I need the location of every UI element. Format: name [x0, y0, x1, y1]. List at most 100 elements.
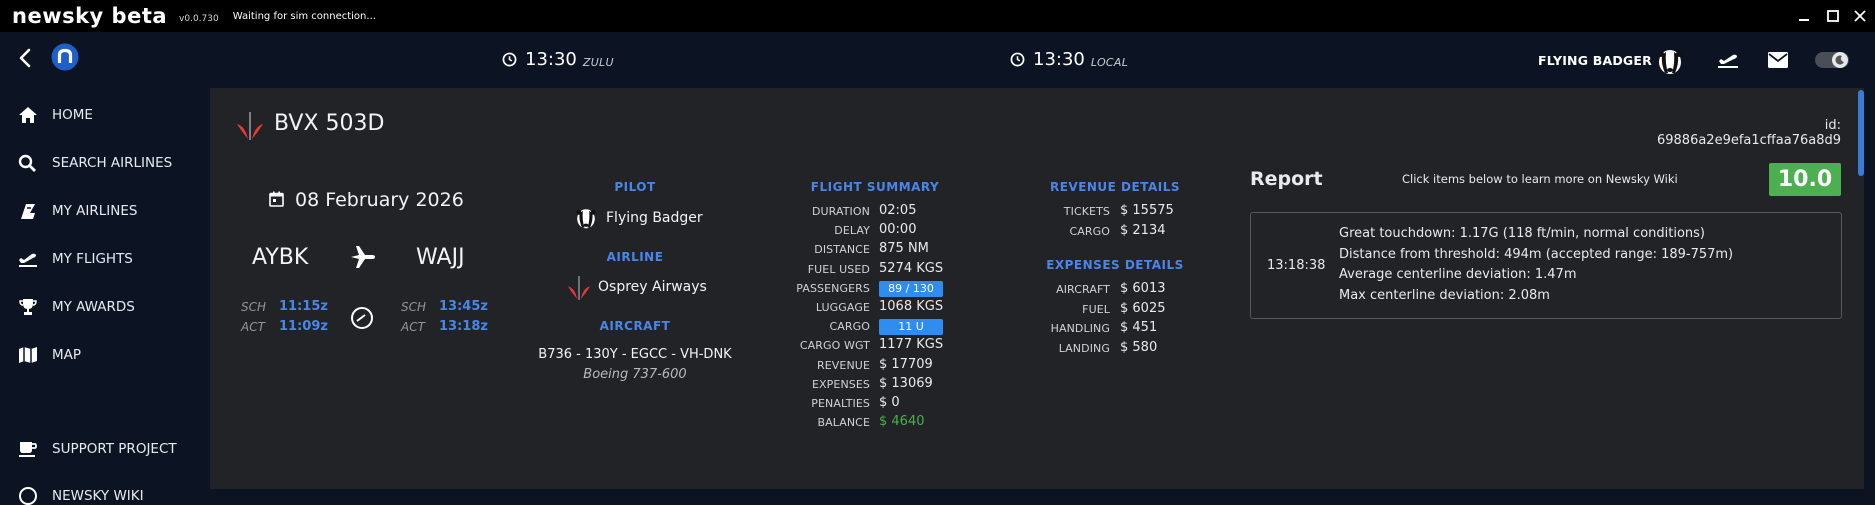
report-line[interactable]: Max centerline deviation: 2.08m	[1339, 286, 1733, 307]
revenue-details-heading: REVENUE DETAILS	[1049, 180, 1181, 194]
aircraft-registration: B736 - 130Y - EGCC - VH-DNK	[538, 347, 732, 362]
arrival-airport: WAJJ	[416, 245, 465, 270]
summary-row-value: $ 17709	[879, 356, 933, 372]
pilot-heading: PILOT	[614, 180, 656, 194]
report-line[interactable]: Average centerline deviation: 1.47m	[1339, 265, 1733, 286]
theme-toggle[interactable]	[1815, 52, 1849, 68]
summary-row-label: LUGGAGE	[815, 301, 870, 314]
summary-row-label: EXPENSES	[811, 377, 870, 391]
connection-status: Waiting for sim connection...	[232, 10, 376, 22]
wiki-icon	[19, 487, 37, 505]
summary-row-label: DELAY	[834, 224, 870, 238]
report-entry[interactable]: 13:18:38 Great touchdown: 1.17G (118 ft/…	[1250, 212, 1842, 319]
avatar[interactable]	[1655, 46, 1685, 80]
summary-row-value: 00:00	[879, 222, 917, 238]
summary-row-label: DISTANCE	[814, 243, 870, 257]
dep-act-label: ACT	[241, 320, 265, 334]
sidebar-item-my-awards[interactable]: MY AWARDS	[18, 298, 135, 316]
calendar-icon	[269, 191, 284, 211]
cargo-badge: 11 U	[879, 319, 943, 336]
expense-row-value: $ 580	[1120, 339, 1158, 355]
clock-icon	[1010, 52, 1025, 67]
arr-sch-label: SCH	[401, 300, 427, 314]
timer-icon	[350, 306, 374, 334]
flight-summary-heading: FLIGHT SUMMARY	[810, 180, 940, 194]
summary-row-label: PASSENGERS	[796, 281, 870, 295]
sidebar-item-my-airlines[interactable]: MY AIRLINES	[18, 202, 137, 220]
sidebar-item-label: MY AIRLINES	[52, 203, 138, 219]
user-name[interactable]: FLYING BADGER	[1538, 53, 1652, 68]
pilot-name[interactable]: Flying Badger	[606, 210, 703, 226]
local-label: LOCAL	[1090, 55, 1129, 69]
summary-row-label: REVENUE	[817, 358, 870, 372]
vertical-scrollbar[interactable]	[1858, 90, 1864, 176]
sidebar-item-label: SEARCH AIRLINES	[52, 155, 173, 171]
summary-row-value: 1068 KGS	[879, 299, 944, 314]
pilot-avatar[interactable]	[573, 206, 599, 234]
passengers-badge: 89 / 130	[879, 280, 943, 297]
summary-row-value: $ 13069	[879, 375, 933, 391]
flight-callsign: BVX 503D	[274, 111, 385, 136]
report-entry-lines: Great touchdown: 1.17G (118 ft/min, norm…	[1339, 224, 1733, 306]
report-line[interactable]: Great touchdown: 1.17G (118 ft/min, norm…	[1339, 224, 1733, 245]
summary-row-value: 875 NM	[879, 241, 929, 257]
airline-logo-icon	[235, 112, 265, 144]
sidebar-item-label: MAP	[52, 347, 82, 363]
arr-act-time: 13:18z	[439, 319, 488, 334]
airline-heading: AIRLINE	[606, 250, 664, 264]
revenue-row-label: TICKETS	[1063, 205, 1110, 218]
home-icon	[19, 107, 37, 123]
report-title: Report	[1250, 168, 1323, 190]
minimize-icon[interactable]	[1790, 0, 1818, 32]
close-icon[interactable]	[1846, 0, 1874, 32]
departure-airport: AYBK	[252, 245, 309, 270]
local-time: 13:30	[1033, 49, 1085, 70]
coffee-icon	[19, 442, 37, 457]
mail-icon[interactable]	[1768, 52, 1788, 72]
airline-name[interactable]: Osprey Airways	[598, 279, 707, 295]
flight-takeoff-icon[interactable]	[1717, 50, 1739, 74]
balance-value: $ 4640	[879, 414, 925, 430]
back-arrow-icon[interactable]	[17, 48, 33, 72]
sidebar-item-label: HOME	[52, 107, 93, 123]
sidebar-item-home[interactable]: HOME	[18, 106, 93, 124]
sidebar-item-label: MY FLIGHTS	[52, 251, 133, 267]
newsky-logo-icon[interactable]	[51, 43, 79, 75]
map-icon	[19, 347, 37, 363]
sidebar-item-map[interactable]: MAP	[18, 346, 81, 364]
expense-row-value: $ 6013	[1120, 281, 1166, 296]
summary-row-label: BALANCE	[817, 416, 870, 430]
expense-row-label: FUEL	[1082, 302, 1110, 316]
trophy-icon	[19, 299, 37, 315]
report-hint: Click items below to learn more on Newsk…	[1402, 172, 1678, 186]
summary-row-label: CARGO WGT	[799, 339, 870, 353]
expense-row-value: $ 451	[1120, 320, 1158, 335]
clock-icon	[502, 52, 517, 67]
expenses-details-heading: EXPENSES DETAILS	[1046, 258, 1184, 272]
sidebar-item-support-project[interactable]: SUPPORT PROJECT	[18, 440, 177, 458]
dep-sch-label: SCH	[241, 300, 267, 314]
app-version: v0.0.730	[179, 14, 219, 24]
sidebar-item-search-airlines[interactable]: SEARCH AIRLINES	[18, 154, 172, 172]
arr-sch-time: 13:45z	[439, 299, 488, 314]
report-line[interactable]: Distance from threshold: 494m (accepted …	[1339, 245, 1733, 266]
summary-row-label: FUEL USED	[807, 262, 870, 276]
report-entry-time: 13:18:38	[1267, 258, 1326, 273]
search-icon	[18, 154, 36, 172]
sidebar-item-my-flights[interactable]: MY FLIGHTS	[18, 250, 133, 268]
title-bar: newsky beta v0.0.730 Waiting for sim con…	[0, 0, 1875, 32]
revenue-row-value: $ 2134	[1120, 222, 1166, 238]
maximize-icon[interactable]	[1819, 0, 1847, 32]
summary-row-value: 5274 KGS	[879, 260, 944, 276]
badger-avatar-icon	[1658, 50, 1682, 74]
expense-row-label: AIRCRAFT	[1056, 283, 1110, 296]
sidebar-item-newsky-wiki[interactable]: NEWSKY WIKI	[18, 487, 144, 505]
dep-sch-time: 11:15z	[279, 299, 328, 314]
revenue-row-label: CARGO	[1069, 224, 1110, 238]
summary-row-label: PENALTIES	[811, 397, 870, 410]
sidebar-item-label: NEWSKY WIKI	[52, 488, 144, 504]
zulu-clock: 13:30 ZULU	[502, 49, 614, 70]
summary-row-value: $ 0	[879, 395, 900, 410]
summary-row-label: CARGO	[829, 320, 870, 334]
dep-act-time: 11:09z	[279, 319, 328, 334]
